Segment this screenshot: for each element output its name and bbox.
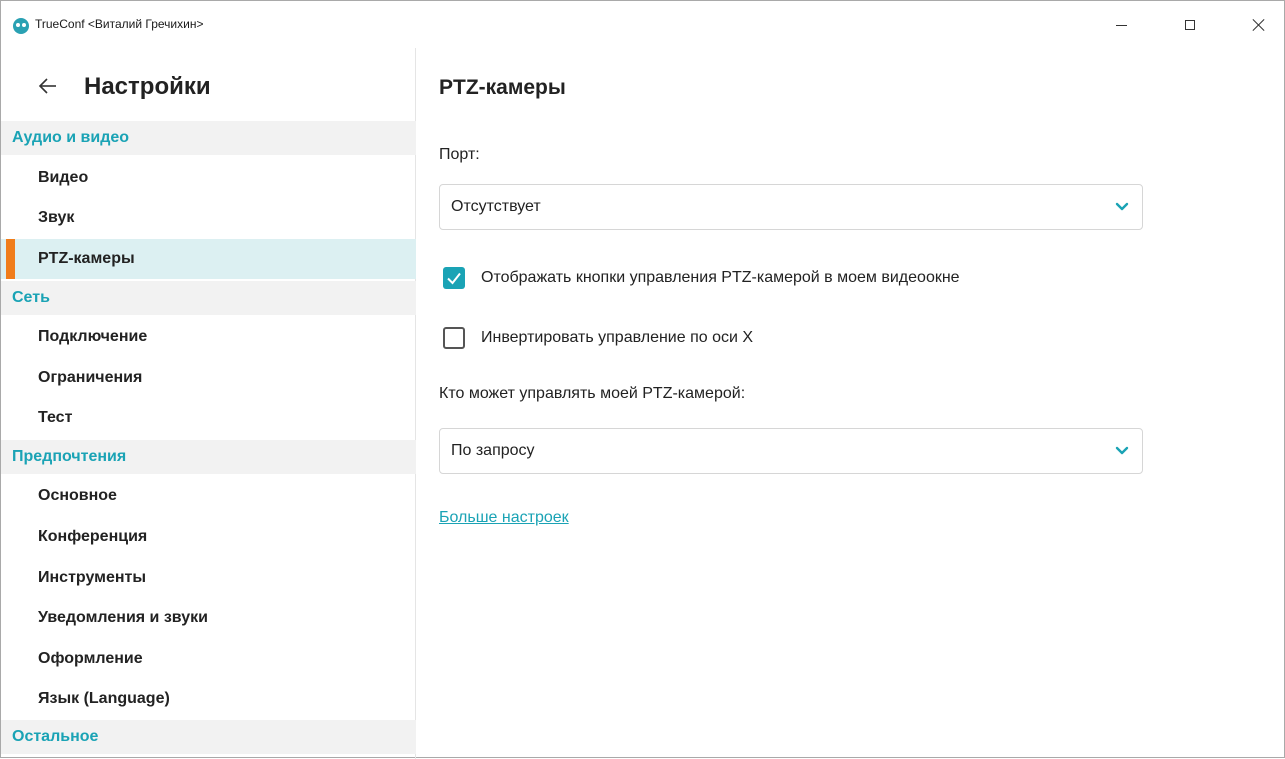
sidebar-item-language[interactable]: Язык (Language) (1, 679, 416, 719)
show-ptz-controls-label: Отображать кнопки управления PTZ-камерой… (481, 269, 960, 286)
arrow-left-icon[interactable] (38, 76, 58, 96)
port-select-value: Отсутствует (451, 198, 541, 215)
trueconf-logo-icon (13, 18, 29, 34)
sidebar-item-limits[interactable]: Ограничения (1, 358, 416, 398)
sidebar-item-tools[interactable]: Инструменты (1, 558, 416, 598)
more-settings-link[interactable]: Больше настроек (439, 509, 569, 527)
sidebar-item-video[interactable]: Видео (1, 158, 416, 198)
show-ptz-controls-option[interactable]: Отображать кнопки управления PTZ-камерой… (443, 265, 960, 291)
section-audio-video: Аудио и видео (1, 121, 416, 155)
sidebar-item-appearance[interactable]: Оформление (1, 639, 416, 679)
close-button[interactable] (1236, 1, 1282, 48)
chevron-down-icon (1115, 202, 1129, 211)
section-preferences: Предпочтения (1, 440, 416, 474)
port-select[interactable]: Отсутствует (439, 184, 1143, 230)
who-can-control-value: По запросу (451, 442, 535, 459)
sidebar-item-ptz-cameras[interactable]: PTZ-камеры (1, 239, 416, 279)
minimize-button[interactable] (1098, 1, 1144, 48)
sidebar-item-sound[interactable]: Звук (1, 198, 416, 238)
sidebar-header: Настройки (1, 48, 415, 121)
settings-sidebar: Настройки Аудио и видео Видео Звук PTZ-к… (1, 48, 416, 759)
app-window: TrueConf <Виталий Гречихин> Настройки Ау… (0, 0, 1285, 759)
sidebar-item-notifications[interactable]: Уведомления и звуки (1, 598, 416, 638)
page-title: PTZ-камеры (439, 76, 566, 99)
sidebar-item-general[interactable]: Основное (1, 476, 416, 516)
who-can-control-select[interactable]: По запросу (439, 428, 1143, 474)
maximize-icon (1185, 19, 1195, 30)
invert-x-checkbox[interactable] (443, 327, 465, 349)
settings-title: Настройки (84, 73, 211, 100)
title-bar[interactable]: TrueConf <Виталий Гречихин> (1, 1, 1284, 48)
sidebar-item-connection[interactable]: Подключение (1, 317, 416, 357)
invert-x-option[interactable]: Инвертировать управление по оси X (443, 325, 753, 351)
maximize-button[interactable] (1167, 1, 1213, 48)
section-other[interactable]: Остальное (1, 720, 416, 754)
section-network: Сеть (1, 281, 416, 315)
port-label: Порт: (439, 146, 480, 163)
window-title: TrueConf <Виталий Гречихин> (35, 17, 204, 31)
sidebar-item-test[interactable]: Тест (1, 398, 416, 438)
close-icon (1252, 18, 1266, 32)
who-can-control-label: Кто может управлять моей PTZ-камерой: (439, 385, 746, 402)
invert-x-label: Инвертировать управление по оси X (481, 329, 754, 346)
sidebar-item-conference[interactable]: Конференция (1, 517, 416, 557)
chevron-down-icon (1115, 446, 1129, 455)
checkmark-icon (447, 272, 461, 285)
show-ptz-controls-checkbox[interactable] (443, 267, 465, 289)
minimize-icon (1115, 25, 1127, 26)
